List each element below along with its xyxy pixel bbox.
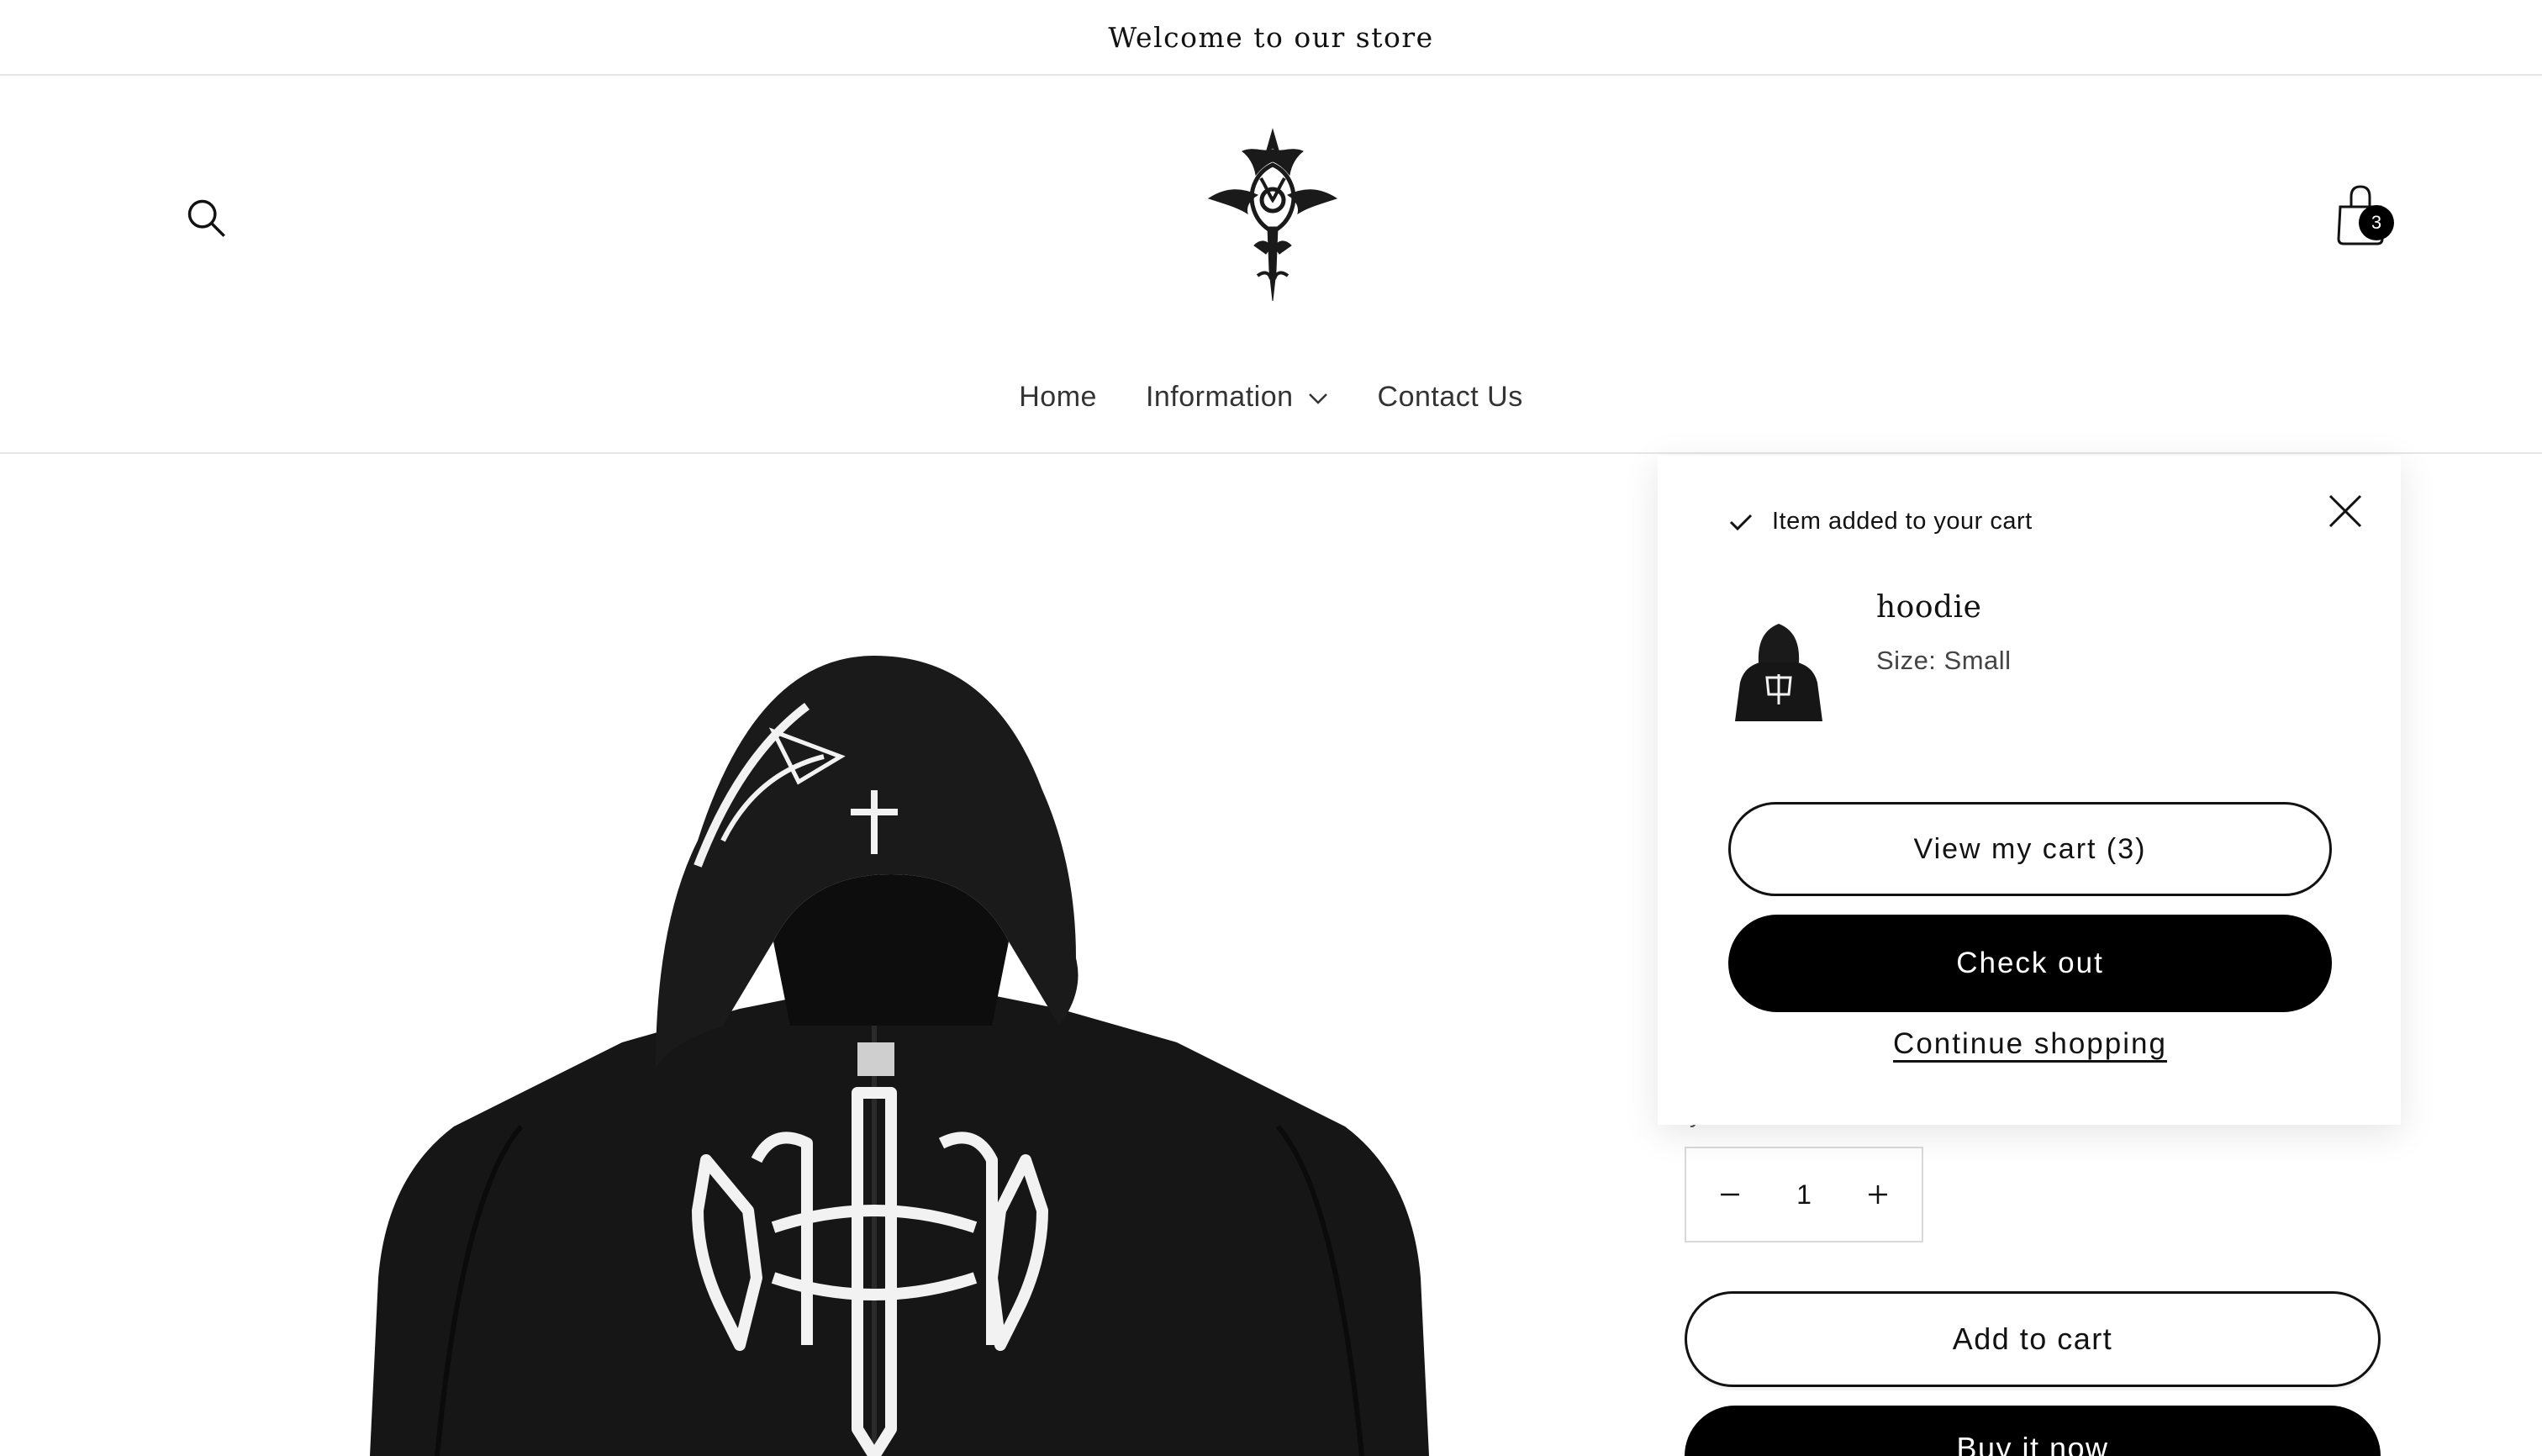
- cart-item-name: hoodie: [1876, 590, 1982, 625]
- chevron-down-icon: [1308, 393, 1327, 404]
- plus-icon: [1869, 1185, 1887, 1204]
- quantity-increase-button[interactable]: [1856, 1173, 1900, 1216]
- announcement-bar: Welcome to our store: [0, 0, 2542, 76]
- continue-shopping-link[interactable]: Continue shopping: [1728, 1027, 2332, 1061]
- add-to-cart-button[interactable]: Add to cart: [1685, 1291, 2381, 1387]
- cart-item-variant: Size: Small: [1876, 646, 2012, 676]
- checkout-button[interactable]: Check out: [1728, 915, 2332, 1012]
- store-page: Welcome to our store 3 Home Information …: [0, 0, 2542, 1456]
- cart-count-badge: 3: [2359, 205, 2394, 240]
- buy-now-button[interactable]: Buy it now: [1685, 1406, 2381, 1456]
- nav-item-label: Home: [1019, 380, 1097, 413]
- view-cart-button[interactable]: View my cart (3): [1728, 802, 2332, 896]
- cart-notification-heading-text: Item added to your cart: [1772, 508, 2033, 535]
- cart-notification: Item added to your cart hoodie Size: Sma…: [1658, 456, 2401, 1125]
- nav-item-information[interactable]: Information: [1146, 381, 1329, 414]
- cart-item-thumbnail: [1735, 624, 1822, 721]
- close-icon: [2328, 494, 2362, 528]
- nav-item-label: Information: [1145, 380, 1294, 413]
- search-icon: [187, 199, 225, 237]
- search-button[interactable]: [177, 188, 235, 247]
- nav-item-home[interactable]: Home: [1019, 381, 1097, 414]
- close-button[interactable]: [2322, 488, 2369, 535]
- announcement-text: Welcome to our store: [1108, 20, 1434, 54]
- variant-label: Size:: [1876, 646, 1937, 675]
- cart-notification-heading: Item added to your cart: [1728, 508, 2033, 535]
- quantity-decrease-button[interactable]: [1708, 1173, 1752, 1216]
- minus-icon: [1721, 1193, 1739, 1196]
- variant-value: Small: [1943, 646, 2012, 675]
- gothic-cross-logo[interactable]: [1205, 128, 1340, 304]
- main-nav: Home Information Contact Us: [0, 363, 2542, 430]
- nav-item-label: Contact Us: [1377, 380, 1523, 413]
- product-image[interactable]: [303, 588, 1496, 1456]
- nav-item-contact[interactable]: Contact Us: [1378, 381, 1523, 414]
- site-header: 3 Home Information Contact Us: [0, 77, 2542, 454]
- checkmark-icon: [1729, 514, 1753, 530]
- quantity-input[interactable]: [1758, 1169, 1850, 1220]
- quantity-stepper: [1685, 1147, 1923, 1242]
